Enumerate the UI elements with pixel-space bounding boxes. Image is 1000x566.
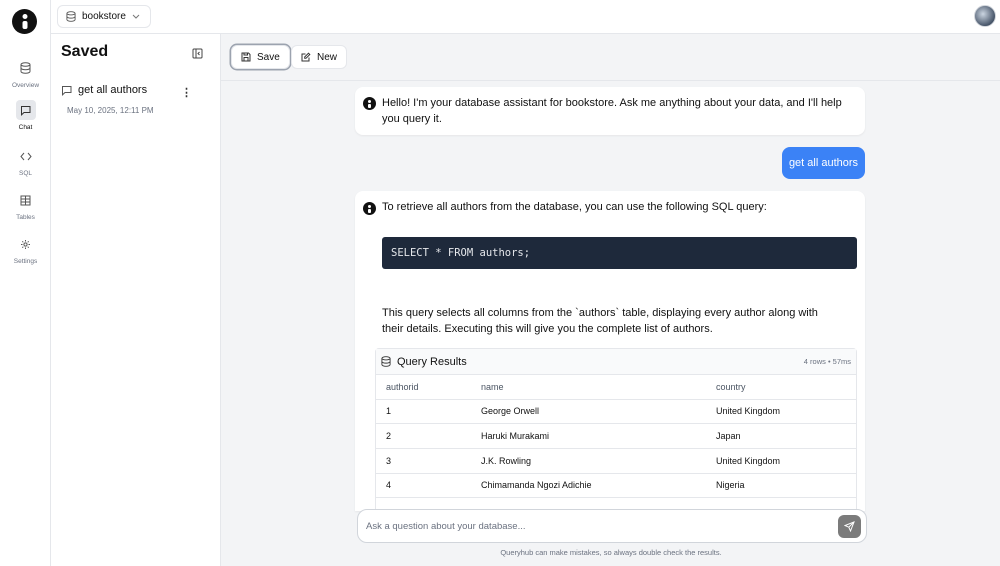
gear-icon <box>16 234 36 254</box>
assistant-message-text: Hello! I'm your database assistant for b… <box>382 97 842 125</box>
table-icon <box>16 190 36 210</box>
new-label: New <box>317 51 338 63</box>
database-selector[interactable]: bookstore <box>57 5 151 28</box>
sql-code-block[interactable]: SELECT * FROM authors; <box>382 237 857 269</box>
chat-input[interactable] <box>366 518 826 534</box>
edit-icon <box>301 52 311 62</box>
table-cell: United Kingdom <box>706 399 856 425</box>
assistant-icon <box>363 202 376 215</box>
user-avatar[interactable] <box>974 5 996 27</box>
save-icon <box>241 52 251 62</box>
app-logo[interactable] <box>12 9 37 34</box>
table-row: 1 George Orwell United Kingdom <box>376 399 856 425</box>
table-cell: 3 <box>376 448 471 474</box>
table-row: 4 Chimamanda Ngozi Adichie Nigeria <box>376 473 856 499</box>
nav-item-label: Settings <box>13 258 38 265</box>
database-icon <box>66 11 76 22</box>
code-icon <box>16 146 36 166</box>
database-icon <box>16 58 36 78</box>
column-header[interactable]: name <box>471 375 706 400</box>
results-table: authorid name country 1 George Orwell Un… <box>376 375 856 499</box>
save-button[interactable]: Save <box>231 45 290 69</box>
response-explanation: This query selects all columns from the … <box>382 307 818 335</box>
table-cell: Chimamanda Ngozi Adichie <box>471 473 706 499</box>
table-cell: George Orwell <box>471 399 706 425</box>
nav-item-chat[interactable]: Chat <box>0 100 51 131</box>
chevron-down-icon <box>132 14 140 19</box>
table-cell: 4 <box>376 473 471 499</box>
saved-title: Saved <box>61 43 109 60</box>
nav-item-overview[interactable]: Overview <box>0 58 51 89</box>
assistant-icon <box>363 97 376 110</box>
nav-item-settings[interactable]: Settings <box>0 234 51 265</box>
table-cell: 1 <box>376 399 471 425</box>
new-chat-button[interactable]: New <box>291 45 348 69</box>
assistant-message: Hello! I'm your database assistant for b… <box>355 87 865 135</box>
assistant-response: To retrieve all authors from the databas… <box>355 191 865 511</box>
database-name: bookstore <box>82 11 126 22</box>
chat-input-box <box>357 509 867 543</box>
nav-rail: Overview Chat SQL Tables Settings <box>0 0 51 566</box>
table-cell: Haruki Murakami <box>471 423 706 449</box>
save-label: Save <box>257 51 280 63</box>
query-results-title: Query Results <box>397 355 467 368</box>
send-button[interactable] <box>838 515 861 538</box>
database-icon <box>381 356 391 367</box>
send-icon <box>844 521 855 532</box>
table-row: 2 Haruki Murakami Japan <box>376 423 856 449</box>
table-cell: J.K. Rowling <box>471 448 706 474</box>
nav-item-tables[interactable]: Tables <box>0 190 51 221</box>
saved-panel: Saved get all authors ⋮ May 10, 2025, 12… <box>51 34 221 566</box>
collapse-sidebar-button[interactable] <box>192 46 204 59</box>
response-intro: To retrieve all authors from the databas… <box>382 201 767 213</box>
nav-item-sql[interactable]: SQL <box>0 146 51 177</box>
sidebar-collapse-icon <box>192 48 203 59</box>
table-cell: United Kingdom <box>706 448 856 474</box>
saved-chat-date: May 10, 2025, 12:11 PM <box>67 106 154 115</box>
top-bar: bookstore <box>51 0 1000 34</box>
column-header[interactable]: country <box>706 375 856 400</box>
nav-item-label: Tables <box>16 214 35 221</box>
chat-icon <box>15 100 36 120</box>
saved-chat-title: get all authors <box>78 84 148 96</box>
disclaimer: Queryhub can make mistakes, so always do… <box>500 548 722 557</box>
table-cell: Japan <box>706 423 856 449</box>
nav-item-label: Chat <box>18 124 33 131</box>
query-results: Query Results 4 rows • 57ms authorid nam… <box>375 348 857 511</box>
table-header-row: authorid name country <box>376 375 856 400</box>
nav-item-label: Overview <box>11 82 40 89</box>
main-area: Save New Hello! I'm your database assist… <box>221 34 1000 566</box>
chat-icon <box>62 85 72 96</box>
query-results-meta: 4 rows • 57ms <box>803 356 851 366</box>
table-cell: Nigeria <box>706 473 856 499</box>
chat-toolbar: Save New <box>221 34 1000 81</box>
table-row: 3 J.K. Rowling United Kingdom <box>376 448 856 474</box>
user-message: get all authors <box>782 147 865 179</box>
table-cell: 2 <box>376 423 471 449</box>
more-options-icon[interactable]: ⋮ <box>181 86 192 99</box>
query-results-header: Query Results 4 rows • 57ms <box>376 349 856 375</box>
saved-chat-item[interactable]: get all authors ⋮ May 10, 2025, 12:11 PM <box>61 84 211 115</box>
column-header[interactable]: authorid <box>376 375 471 400</box>
nav-item-label: SQL <box>18 170 32 177</box>
